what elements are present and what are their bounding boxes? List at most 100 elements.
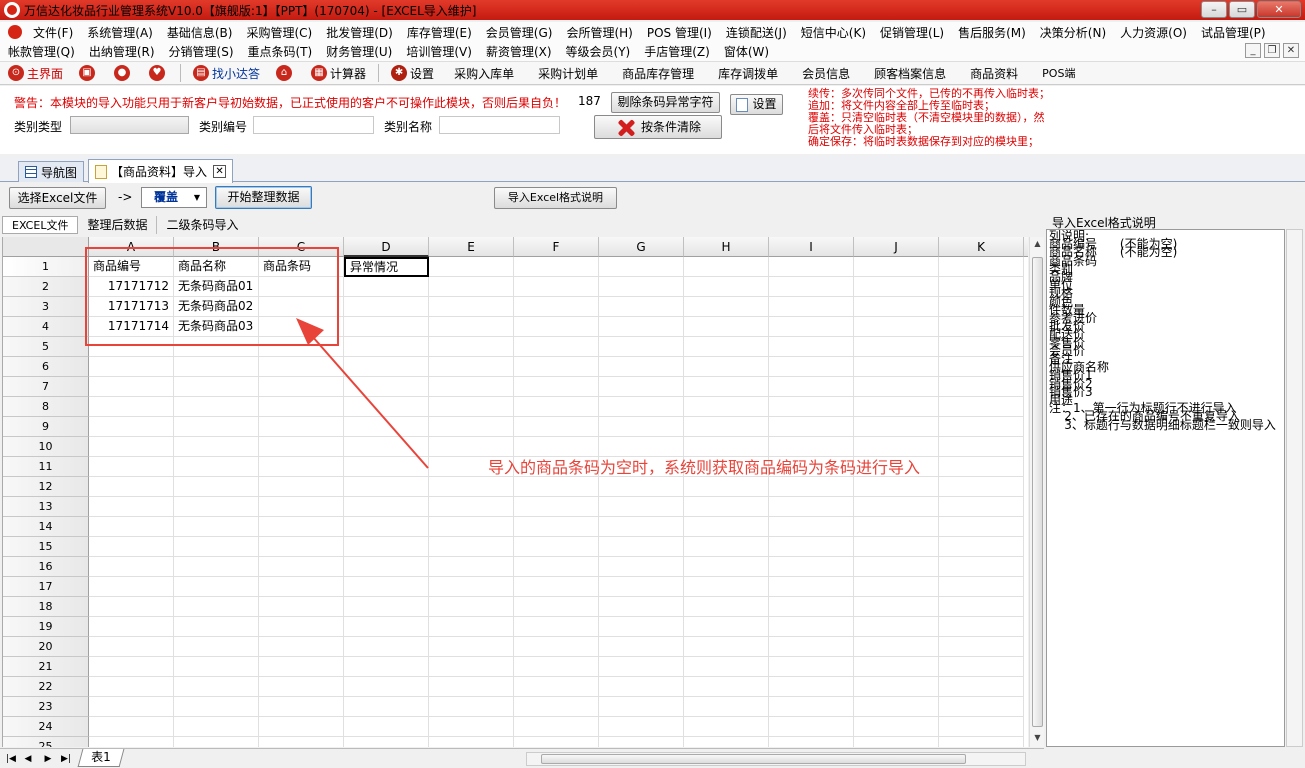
grid-cell[interactable] xyxy=(259,677,344,697)
menu-item[interactable]: 系统管理(A) xyxy=(80,24,160,41)
grid-cell[interactable] xyxy=(89,697,174,717)
grid-cell[interactable] xyxy=(429,377,514,397)
grid-cell[interactable] xyxy=(684,317,769,337)
grid-cell[interactable] xyxy=(429,337,514,357)
grid-cell[interactable] xyxy=(684,557,769,577)
grid-cell[interactable] xyxy=(939,697,1024,717)
import-mode-select[interactable]: 覆盖 ▼ xyxy=(141,187,207,208)
grid-cell[interactable] xyxy=(599,477,684,497)
grid-cell[interactable] xyxy=(684,277,769,297)
grid-cell[interactable] xyxy=(89,337,174,357)
grid-cell[interactable] xyxy=(854,717,939,737)
grid-cell[interactable] xyxy=(939,457,1024,477)
menu-item[interactable]: 决策分析(N) xyxy=(1033,24,1113,41)
grid-cell[interactable] xyxy=(174,357,259,377)
grid-cell[interactable] xyxy=(514,337,599,357)
grid-cell[interactable] xyxy=(854,297,939,317)
menu-item[interactable]: POS 管理(I) xyxy=(640,24,719,41)
grid-cell[interactable] xyxy=(429,597,514,617)
grid-cell[interactable] xyxy=(259,537,344,557)
grid-cell[interactable] xyxy=(89,437,174,457)
grid-cell[interactable] xyxy=(344,637,429,657)
grid-cell[interactable] xyxy=(429,297,514,317)
row-header[interactable]: 5 xyxy=(3,337,89,357)
grid-cell[interactable] xyxy=(684,677,769,697)
grid-cell[interactable] xyxy=(429,397,514,417)
grid-cell[interactable]: 17171712 xyxy=(89,277,174,297)
tab-excel-file[interactable]: EXCEL文件 xyxy=(2,216,79,234)
row-header[interactable]: 6 xyxy=(3,357,89,377)
grid-cell[interactable] xyxy=(174,337,259,357)
grid-cell[interactable] xyxy=(939,397,1024,417)
grid-cell[interactable] xyxy=(259,457,344,477)
grid-cell[interactable] xyxy=(259,577,344,597)
grid-cell[interactable]: 无条码商品01 xyxy=(174,277,259,297)
menu-item[interactable]: 薪资管理(X) xyxy=(479,43,559,60)
grid-cell[interactable] xyxy=(854,557,939,577)
mdi-close-button[interactable]: ✕ xyxy=(1283,43,1299,58)
grid-cell[interactable]: 17171713 xyxy=(89,297,174,317)
grid-cell[interactable] xyxy=(599,377,684,397)
grid-cell[interactable] xyxy=(599,357,684,377)
grid-cell[interactable] xyxy=(344,277,429,297)
grid-cell[interactable] xyxy=(684,497,769,517)
grid-cell[interactable] xyxy=(684,477,769,497)
prev-sheet-icon[interactable]: ◀ xyxy=(22,752,34,766)
close-button[interactable]: ✕ xyxy=(1257,1,1301,18)
grid-cell[interactable] xyxy=(429,717,514,737)
grid-cell[interactable] xyxy=(89,637,174,657)
grid-cell[interactable] xyxy=(344,597,429,617)
grid-cell[interactable] xyxy=(769,317,854,337)
active-cell[interactable]: 异常情况 xyxy=(344,257,429,277)
grid-cell[interactable] xyxy=(89,657,174,677)
grid-cell[interactable] xyxy=(514,257,599,277)
grid-cell[interactable] xyxy=(939,617,1024,637)
grid-cell[interactable] xyxy=(854,537,939,557)
category-name-input[interactable] xyxy=(439,116,560,134)
settings-button[interactable]: ✱ 设置 xyxy=(383,65,442,82)
grid-cell[interactable] xyxy=(429,577,514,597)
grid-cell[interactable] xyxy=(939,317,1024,337)
grid-cell[interactable] xyxy=(854,657,939,677)
grid-cell[interactable] xyxy=(259,517,344,537)
grid-cell[interactable] xyxy=(259,557,344,577)
menu-item[interactable]: 培训管理(V) xyxy=(399,43,479,60)
scroll-up-icon[interactable]: ▲ xyxy=(1032,239,1043,251)
grid-cell[interactable] xyxy=(854,417,939,437)
row-header[interactable]: 20 xyxy=(3,637,89,657)
exclude-barcode-chars-button[interactable]: 剔除条码异常字符 xyxy=(611,92,720,113)
row-header[interactable]: 21 xyxy=(3,657,89,677)
settings-panel-button[interactable]: 设置 xyxy=(730,94,783,115)
grid-cell[interactable] xyxy=(259,717,344,737)
grid-cell[interactable] xyxy=(429,637,514,657)
grid-cell[interactable] xyxy=(259,697,344,717)
grid-cell[interactable] xyxy=(684,737,769,747)
grid-cell[interactable] xyxy=(89,597,174,617)
grid-cell[interactable] xyxy=(429,537,514,557)
grid-cell[interactable] xyxy=(174,617,259,637)
grid-cell[interactable] xyxy=(854,317,939,337)
grid-cell[interactable] xyxy=(939,497,1024,517)
grid-cell[interactable]: 商品编号 xyxy=(89,257,174,277)
grid-cell[interactable] xyxy=(684,297,769,317)
menu-item[interactable]: 售后服务(M) xyxy=(951,24,1033,41)
grid-cell[interactable] xyxy=(89,737,174,747)
menu-item[interactable]: 会所管理(H) xyxy=(559,24,639,41)
grid-cell[interactable] xyxy=(939,337,1024,357)
menu-item[interactable]: 会员管理(G) xyxy=(479,24,560,41)
grid-cell[interactable] xyxy=(684,617,769,637)
grid-cell[interactable] xyxy=(769,557,854,577)
grid-cell[interactable] xyxy=(259,297,344,317)
menu-item[interactable]: 窗体(W) xyxy=(717,43,776,60)
grid-cell[interactable] xyxy=(89,537,174,557)
menu-item[interactable]: 手店管理(Z) xyxy=(637,43,717,60)
row-header[interactable]: 4 xyxy=(3,317,89,337)
grid-cell[interactable] xyxy=(599,637,684,657)
grid-cell[interactable] xyxy=(514,677,599,697)
grid-cell[interactable] xyxy=(89,557,174,577)
grid-cell[interactable] xyxy=(514,637,599,657)
grid-cell[interactable] xyxy=(939,737,1024,747)
grid-cell[interactable] xyxy=(854,617,939,637)
grid-cell[interactable] xyxy=(939,417,1024,437)
grid-cell[interactable] xyxy=(939,517,1024,537)
